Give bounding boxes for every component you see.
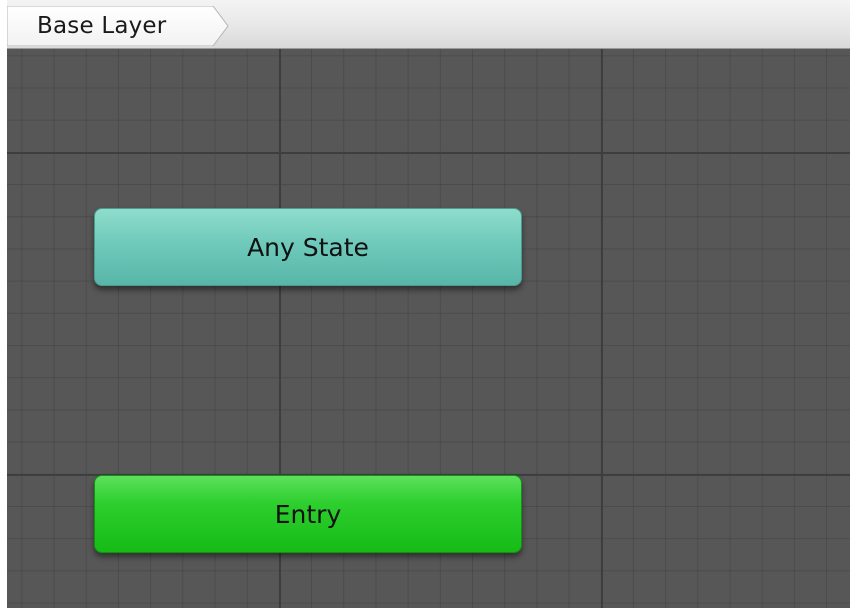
any-state-label: Any State <box>247 232 369 262</box>
animator-window: Base Layer Any State Entry <box>0 0 850 608</box>
state-machine-graph[interactable]: Any State Entry <box>7 49 850 608</box>
any-state-node[interactable]: Any State <box>94 208 522 286</box>
entry-node[interactable]: Entry <box>94 475 522 553</box>
breadcrumb-item-base-layer[interactable]: Base Layer <box>7 6 229 46</box>
entry-label: Entry <box>274 499 342 529</box>
breadcrumb-bar: Base Layer <box>7 0 850 49</box>
breadcrumb-label: Base Layer <box>37 13 167 39</box>
window-margin <box>0 0 7 608</box>
